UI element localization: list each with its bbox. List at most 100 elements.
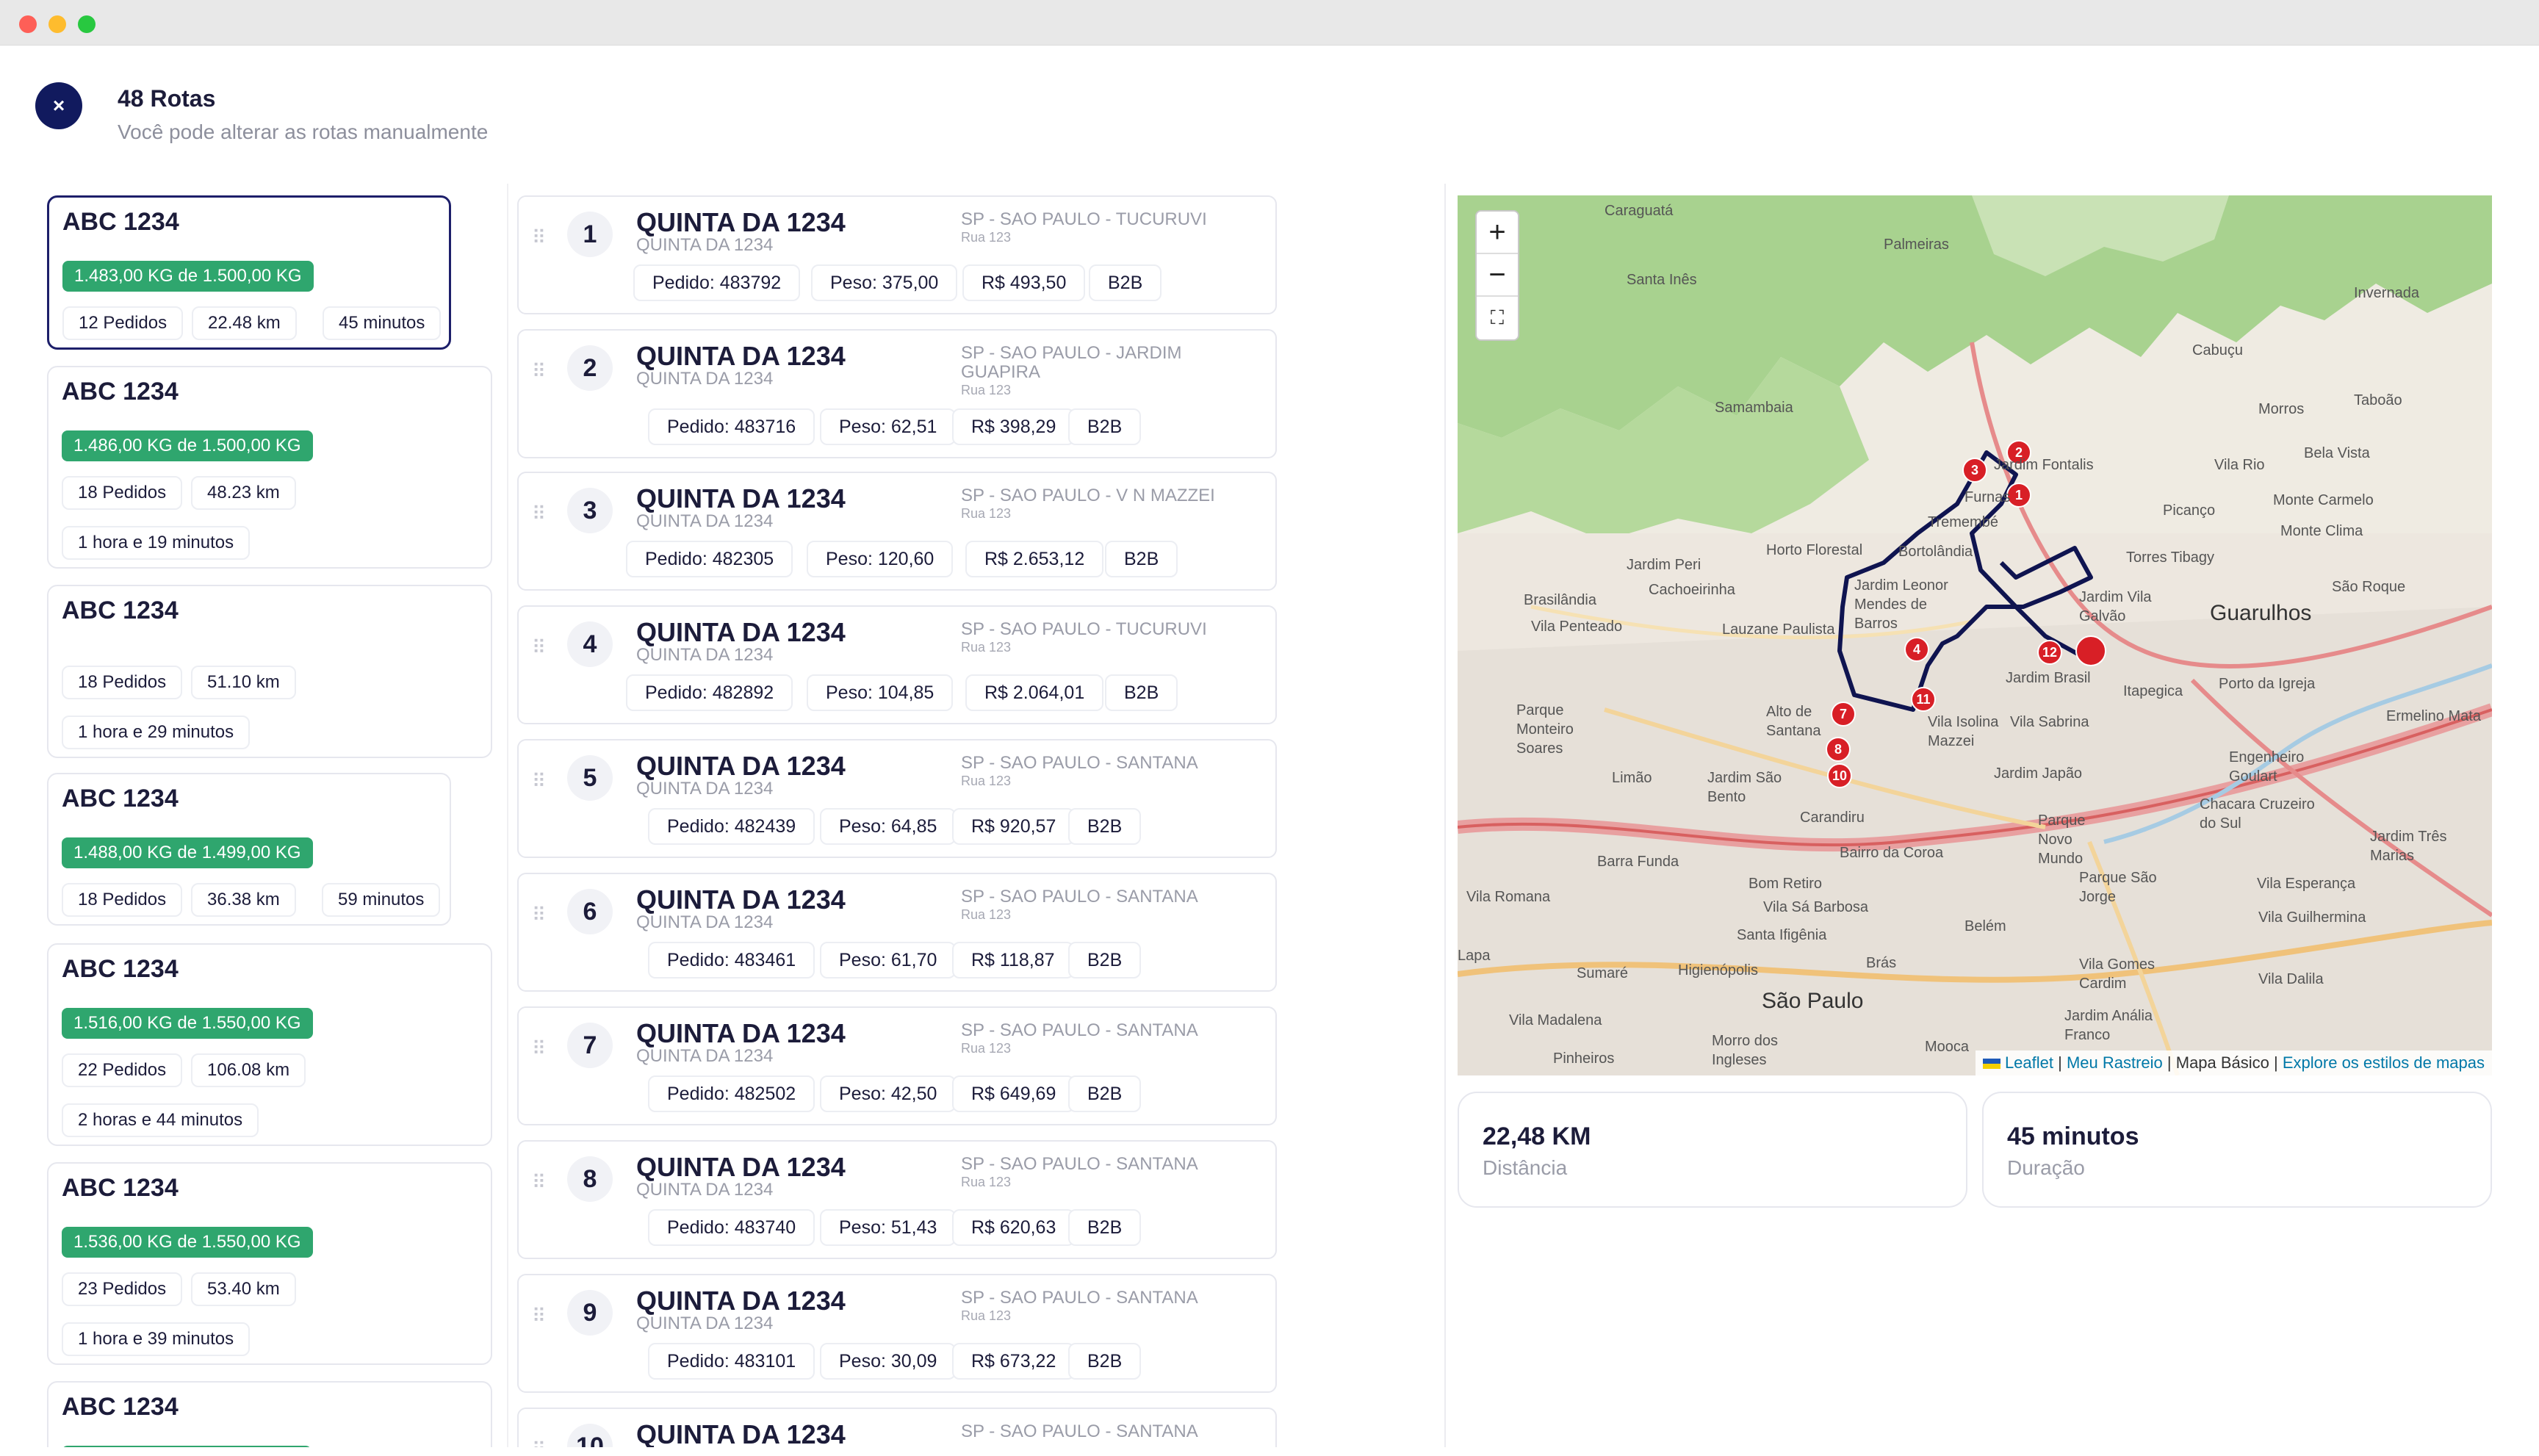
stop-card[interactable]: ⠿ 5 QUINTA DA 1234 QUINTA DA 1234 SP - S… [517, 739, 1277, 858]
zoom-in-button[interactable]: + [1477, 212, 1518, 254]
stop-card[interactable]: ⠿ 3 QUINTA DA 1234 QUINTA DA 1234 SP - S… [517, 472, 1277, 591]
route-card[interactable]: ABC 1234 [47, 1381, 492, 1447]
explore-styles-link[interactable]: Explore os estilos de mapas [2283, 1053, 2485, 1072]
stop-number: 7 [567, 1023, 613, 1068]
route-card[interactable]: ABC 1234 1.536,00 KG de 1.550,00 KG 23 P… [47, 1162, 492, 1365]
map-place-label: Santa Ifigênia [1737, 927, 1827, 943]
stop-region-text: SP - SAO PAULO - V N MAZZEI [961, 486, 1215, 505]
route-name: ABC 1234 [62, 208, 179, 236]
type-chip: B2B [1068, 1075, 1142, 1112]
map-place-label: Vila Madalena [1509, 1012, 1602, 1028]
map-place-label: Jardim Japão [1994, 765, 2083, 782]
zoom-out-button[interactable]: − [1477, 254, 1518, 297]
route-name: ABC 1234 [62, 1174, 179, 1202]
map-place-label: Cabuçu [2192, 342, 2243, 358]
stop-region-text: SP - SAO PAULO - SANTANA [961, 887, 1198, 907]
meu-rastreio-link[interactable]: Meu Rastreio [2067, 1053, 2163, 1072]
stop-card[interactable]: ⠿ 6 QUINTA DA 1234 QUINTA DA 1234 SP - S… [517, 873, 1277, 992]
marker-label: 11 [1916, 692, 1930, 707]
map-place-label: Jardim Três Marias [2370, 829, 2447, 864]
stop-card[interactable]: ⠿ 7 QUINTA DA 1234 QUINTA DA 1234 SP - S… [517, 1006, 1277, 1125]
stop-region-text: SP - SAO PAULO - SANTANA [961, 1421, 1198, 1441]
value-chip: R$ 118,87 [952, 942, 1074, 979]
map-place-label: Jardim Anália Franco [2064, 1008, 2153, 1043]
drag-handle-icon[interactable]: ⠿ [532, 360, 546, 383]
duration-chip: 45 minutos [323, 306, 442, 340]
map-place-label: Brasilândia [1524, 592, 1596, 608]
value-chip: R$ 649,69 [952, 1075, 1076, 1112]
marker-label: 12 [2042, 645, 2057, 660]
map-place-label: Samambaia [1715, 400, 1793, 416]
stop-number: 9 [567, 1290, 613, 1336]
map-place-label: Furnas [1964, 489, 2011, 505]
order-chip: Pedido: 483461 [648, 942, 815, 979]
stop-subname: QUINTA DA 1234 [636, 1046, 774, 1066]
drag-handle-icon[interactable]: ⠿ [532, 502, 546, 525]
route-card[interactable]: ABC 1234 1.486,00 KG de 1.500,00 KG 18 P… [47, 366, 492, 569]
map-place-label: Torres Tibagy [2126, 549, 2215, 566]
map-place-label: Vila Gomes Cardim [2079, 956, 2156, 992]
map-place-label: Jardim Brasil [2006, 670, 2091, 686]
map-place-label: Bortolândia [1898, 544, 1973, 560]
type-chip: B2B [1068, 1343, 1142, 1380]
weight-chip: Peso: 42,50 [820, 1075, 957, 1112]
stop-subname: QUINTA DA 1234 [636, 912, 774, 932]
attribution-separator: | Mapa Básico | [2162, 1053, 2283, 1072]
order-chip: Pedido: 483716 [648, 408, 815, 445]
close-button[interactable]: × [35, 82, 82, 129]
value-chip: R$ 2.064,01 [965, 674, 1104, 711]
drag-handle-icon[interactable]: ⠿ [532, 1438, 546, 1447]
route-card[interactable]: ABC 1234 1.483,00 KG de 1.500,00 KG 12 P… [47, 195, 451, 350]
order-chip: Pedido: 482439 [648, 808, 815, 845]
marker-label: 4 [1913, 642, 1920, 657]
stop-card[interactable]: ⠿ 8 QUINTA DA 1234 QUINTA DA 1234 SP - S… [517, 1140, 1277, 1259]
leaflet-link[interactable]: Leaflet [2005, 1053, 2053, 1072]
drag-handle-icon[interactable]: ⠿ [532, 770, 546, 793]
window-close-icon[interactable] [19, 15, 37, 33]
duration-value: 45 minutos [2007, 1122, 2139, 1150]
stop-number: 3 [567, 488, 613, 533]
weight-badge: 1.486,00 KG de 1.500,00 KG [62, 430, 313, 461]
route-card[interactable]: ABC 1234 1.488,00 KG de 1.499,00 KG 18 P… [47, 773, 451, 926]
route-list[interactable]: ABC 1234 1.483,00 KG de 1.500,00 KG 12 P… [46, 192, 495, 1447]
weight-chip: Peso: 61,70 [820, 942, 957, 979]
stop-card[interactable]: ⠿ 4 QUINTA DA 1234 QUINTA DA 1234 SP - S… [517, 605, 1277, 724]
map-place-label: Mooca [1925, 1039, 1970, 1055]
drag-handle-icon[interactable]: ⠿ [532, 636, 546, 659]
map-attribution: Leaflet | Meu Rastreio | Mapa Básico | E… [1975, 1050, 2492, 1075]
drag-handle-icon[interactable]: ⠿ [532, 904, 546, 926]
drag-handle-icon[interactable]: ⠿ [532, 1037, 546, 1060]
stop-region: SP - SAO PAULO - SANTANA [961, 1422, 1225, 1441]
order-chip: Pedido: 482892 [626, 674, 793, 711]
stop-region: SP - SAO PAULO - TUCURUVI Rua 123 [961, 210, 1225, 245]
drag-handle-icon[interactable]: ⠿ [532, 1305, 546, 1327]
stop-card[interactable]: ⠿ 2 QUINTA DA 1234 QUINTA DA 1234 SP - S… [517, 329, 1277, 458]
map-marker [2075, 635, 2106, 666]
drag-handle-icon[interactable]: ⠿ [532, 226, 546, 249]
fullscreen-icon[interactable]: ⛶ [1477, 297, 1518, 339]
stop-street: Rua 123 [961, 230, 1012, 245]
stops-list[interactable]: ⠿ 1 QUINTA DA 1234 QUINTA DA 1234 SP - S… [514, 192, 1278, 1447]
orders-chip: 22 Pedidos [62, 1053, 183, 1087]
weight-badge: 1.536,00 KG de 1.550,00 KG [62, 1227, 313, 1258]
window-titlebar [0, 0, 2539, 46]
route-map[interactable]: 2 3 1 4 7 8 10 11 12 Caraguatá Palmeiras… [1458, 195, 2492, 1075]
stop-name: QUINTA DA 1234 [636, 207, 846, 237]
stop-number: 1 [567, 212, 613, 257]
stop-card[interactable]: ⠿ 9 QUINTA DA 1234 QUINTA DA 1234 SP - S… [517, 1274, 1277, 1393]
stop-card[interactable]: ⠿ 1 QUINTA DA 1234 QUINTA DA 1234 SP - S… [517, 195, 1277, 314]
stop-name: QUINTA DA 1234 [636, 483, 846, 513]
type-chip: B2B [1105, 674, 1178, 711]
weight-badge: 1.488,00 KG de 1.499,00 KG [62, 837, 313, 868]
route-card[interactable]: ABC 1234 18 Pedidos 51.10 km 1 hora e 29… [47, 585, 492, 758]
stop-region-text: SP - SAO PAULO - TUCURUVI [961, 209, 1207, 229]
zoom-control[interactable]: + − ⛶ [1475, 210, 1519, 341]
map-place-label: São Paulo [1762, 989, 1864, 1013]
map-place-label: Sumaré [1577, 965, 1629, 981]
route-card[interactable]: ABC 1234 1.516,00 KG de 1.550,00 KG 22 P… [47, 943, 492, 1146]
drag-handle-icon[interactable]: ⠿ [532, 1171, 546, 1194]
stop-card[interactable]: ⠿ 10 QUINTA DA 1234 SP - SAO PAULO - SAN… [517, 1408, 1277, 1447]
map-canvas[interactable]: 2 3 1 4 7 8 10 11 12 [1458, 195, 2492, 1075]
window-maximize-icon[interactable] [78, 15, 96, 33]
window-minimize-icon[interactable] [48, 15, 66, 33]
